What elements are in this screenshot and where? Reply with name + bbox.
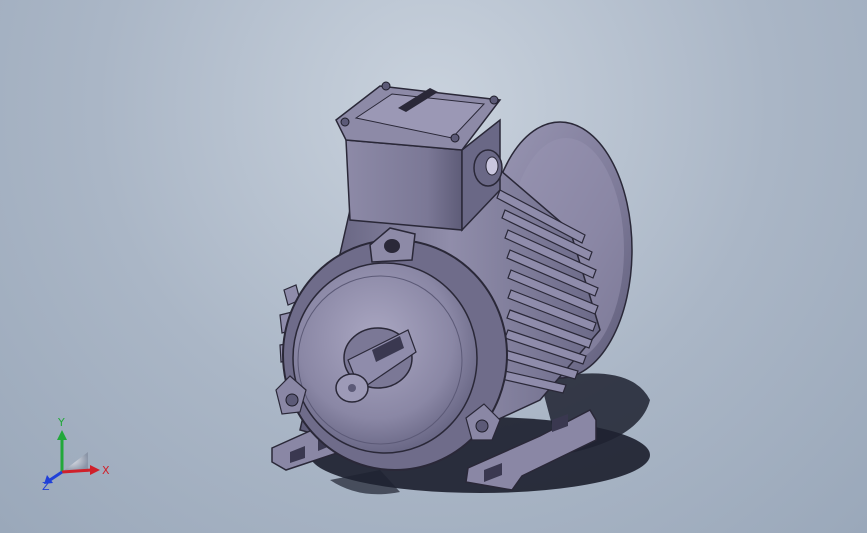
y-axis-label: Y	[57, 416, 65, 429]
axis-triad: Y X Z	[42, 416, 110, 492]
terminal-box-bolt	[489, 95, 499, 105]
terminal-box-bolt	[381, 81, 391, 91]
z-axis-label: Z	[42, 480, 50, 492]
graphics-viewport[interactable]: Y X Z	[0, 0, 867, 533]
terminal-box-bolt	[340, 117, 350, 127]
y-axis-arrow	[57, 430, 67, 472]
motor-3d-model[interactable]	[0, 0, 867, 533]
terminal-box-bolt	[450, 133, 460, 143]
terminal-box	[335, 81, 503, 232]
x-axis-label: X	[102, 464, 110, 477]
cable-gland	[473, 149, 503, 187]
